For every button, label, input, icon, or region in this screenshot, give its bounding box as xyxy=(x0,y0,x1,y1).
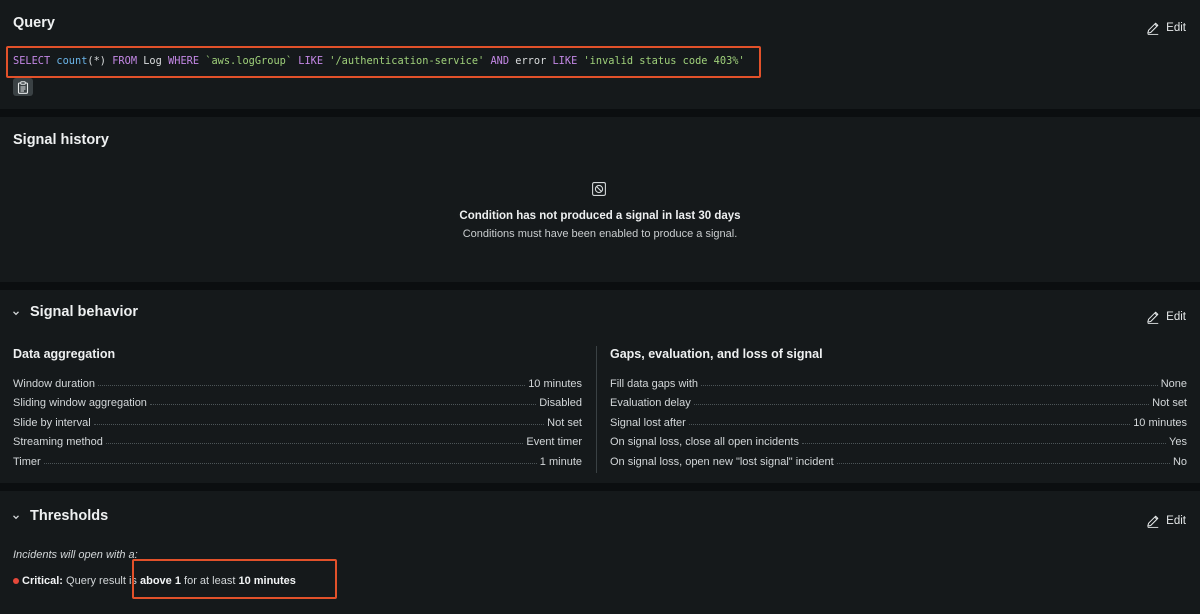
kv-row-slide-by-interval: Slide by interval Not set xyxy=(13,409,582,429)
kv-label: Signal lost after xyxy=(610,416,686,429)
pencil-icon xyxy=(1147,311,1159,324)
dotted-leader xyxy=(93,423,545,425)
dotted-leader xyxy=(836,462,1170,464)
kv-row-streaming-method: Streaming method Event timer xyxy=(13,429,582,448)
chevron-down-icon[interactable] xyxy=(11,512,21,522)
kv-row-close-open-incidents: On signal loss, close all open incidents… xyxy=(610,429,1187,448)
nrql-keyword-like: LIKE xyxy=(298,55,324,67)
data-aggregation-list: Window duration 10 minutes Sliding window… xyxy=(13,370,582,468)
dotted-leader xyxy=(801,443,1167,444)
incidents-note: Incidents will open with a: xyxy=(13,549,138,561)
data-aggregation-title: Data aggregation xyxy=(13,347,116,361)
critical-operator: above 1 xyxy=(140,575,181,587)
gaps-evaluation-list: Fill data gaps with None Evaluation delay… xyxy=(610,370,1187,468)
clipboard-icon xyxy=(17,80,29,94)
kv-value: Not set xyxy=(547,416,582,429)
kv-value: No xyxy=(1172,455,1187,468)
kv-row-fill-data-gaps: Fill data gaps with None xyxy=(610,370,1187,390)
kv-label: Streaming method xyxy=(13,436,103,448)
nrql-keyword-and: AND xyxy=(490,55,510,67)
kv-value: 10 minutes xyxy=(528,377,582,390)
query-panel: Query Edit SELECT count(*) FROM Log WHER… xyxy=(0,0,1200,109)
empty-state-title: Condition has not produced a signal in l… xyxy=(459,210,741,222)
query-title: Query xyxy=(13,15,55,31)
critical-text-2: for at least xyxy=(180,575,239,587)
signal-behavior-edit-label: Edit xyxy=(1166,311,1186,323)
nrql-string-error: 'invalid status code 403%' xyxy=(583,55,745,67)
thresholds-title[interactable]: Thresholds xyxy=(30,508,108,524)
no-signal-icon xyxy=(592,182,606,196)
dotted-leader xyxy=(688,423,1131,425)
signal-behavior-panel: Signal behavior Edit Data aggregation Wi… xyxy=(0,290,1200,483)
kv-value: Not set xyxy=(1152,397,1187,409)
pencil-icon xyxy=(1147,515,1159,528)
kv-row-lost-signal-incident: On signal loss, open new "lost signal" i… xyxy=(610,448,1187,468)
dotted-leader xyxy=(105,443,524,444)
kv-value: Event timer xyxy=(526,436,582,448)
kv-row-timer: Timer 1 minute xyxy=(13,448,582,468)
nrql-keyword-where: WHERE xyxy=(168,55,200,67)
signal-behavior-edit-button[interactable]: Edit xyxy=(1146,310,1186,324)
nrql-table: Log xyxy=(143,55,162,67)
nrql-keyword-from: FROM xyxy=(112,55,138,67)
dotted-leader xyxy=(97,384,526,386)
query-edit-label: Edit xyxy=(1166,22,1186,34)
thresholds-panel: Thresholds Edit Incidents will open with… xyxy=(0,491,1200,614)
nrql-query[interactable]: SELECT count(*) FROM Log WHERE `aws.logG… xyxy=(13,55,745,67)
nrql-string-loggroup: '/authentication-service' xyxy=(329,55,485,67)
kv-label: On signal loss, open new "lost signal" i… xyxy=(610,455,834,468)
thresholds-edit-button[interactable]: Edit xyxy=(1146,514,1186,528)
kv-value: None xyxy=(1160,377,1187,390)
kv-row-evaluation-delay: Evaluation delay Not set xyxy=(610,390,1187,409)
copy-query-button[interactable] xyxy=(13,78,33,96)
kv-label: Sliding window aggregation xyxy=(13,397,147,409)
dotted-leader xyxy=(43,462,537,464)
empty-state-subtitle: Conditions must have been enabled to pro… xyxy=(462,228,738,240)
kv-value: Yes xyxy=(1169,436,1187,448)
critical-label: Critical: xyxy=(22,575,63,587)
critical-text-1: Query result is xyxy=(62,575,140,587)
dotted-leader xyxy=(149,404,537,405)
kv-label: On signal loss, close all open incidents xyxy=(610,436,799,448)
nrql-args: (*) xyxy=(87,55,107,67)
nrql-function-count: count xyxy=(56,55,88,67)
critical-duration: 10 minutes xyxy=(238,575,296,587)
kv-row-signal-lost-after: Signal lost after 10 minutes xyxy=(610,409,1187,429)
chevron-down-icon[interactable] xyxy=(11,308,21,318)
critical-dot-icon xyxy=(13,578,19,584)
pencil-icon xyxy=(1147,22,1159,35)
kv-label: Fill data gaps with xyxy=(610,377,699,390)
critical-threshold-row: Critical: Query result is above 1 for at… xyxy=(13,575,296,587)
dotted-leader xyxy=(701,384,1158,386)
nrql-attribute-loggroup: `aws.logGroup` xyxy=(205,55,293,67)
kv-label: Slide by interval xyxy=(13,416,91,429)
column-divider xyxy=(596,346,597,473)
nrql-keyword-like-2: LIKE xyxy=(552,55,578,67)
nrql-keyword-select: SELECT xyxy=(13,55,51,67)
signal-behavior-title[interactable]: Signal behavior xyxy=(30,304,138,320)
kv-value: 1 minute xyxy=(539,455,582,468)
kv-row-window-duration: Window duration 10 minutes xyxy=(13,370,582,390)
thresholds-edit-label: Edit xyxy=(1166,515,1186,527)
kv-label: Window duration xyxy=(13,377,95,390)
kv-label: Evaluation delay xyxy=(610,397,691,409)
nrql-attribute-error: error xyxy=(515,55,547,67)
gaps-evaluation-title: Gaps, evaluation, and loss of signal xyxy=(610,347,823,361)
kv-value: 10 minutes xyxy=(1133,416,1187,429)
kv-row-sliding-window: Sliding window aggregation Disabled xyxy=(13,390,582,409)
signal-history-panel: Signal history Condition has not produce… xyxy=(0,117,1200,282)
dotted-leader xyxy=(693,404,1150,405)
kv-value: Disabled xyxy=(539,397,582,409)
signal-history-title: Signal history xyxy=(13,132,109,148)
query-edit-button[interactable]: Edit xyxy=(1146,21,1186,35)
kv-label: Timer xyxy=(13,455,41,468)
